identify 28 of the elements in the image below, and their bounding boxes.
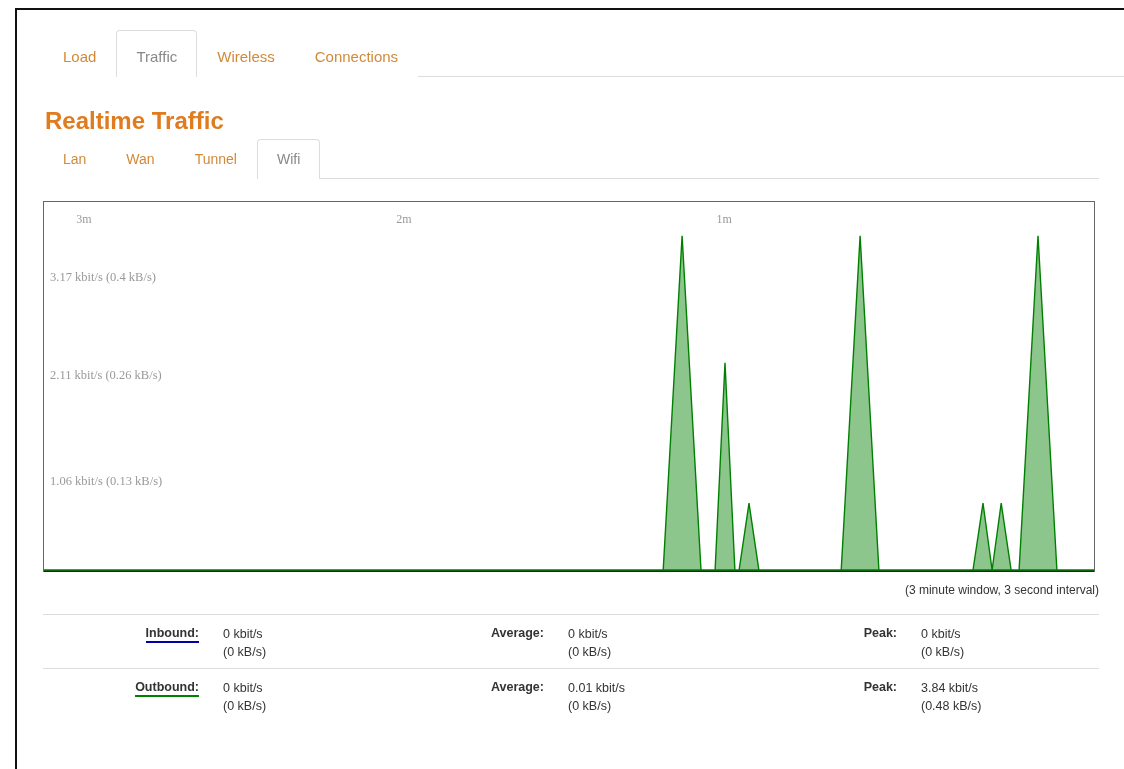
average-rate: 0.01 kbit/s	[568, 680, 625, 697]
page-title: Realtime Traffic	[44, 106, 225, 136]
direction-label: Inbound:	[145, 625, 199, 643]
rate-label: 2.11 kbit/s (0.26 kB/s)	[50, 367, 162, 383]
peak-rate: 0 kbit/s	[921, 626, 961, 643]
rate-label: 1.06 kbit/s (0.13 kB/s)	[50, 473, 163, 489]
average-rate: (0 kB/s)	[568, 698, 612, 715]
peak-rate: (0.48 kB/s)	[921, 698, 982, 715]
average-rate: (0 kB/s)	[568, 644, 612, 661]
current-rate: (0 kB/s)	[223, 644, 267, 661]
time-label: 2m	[396, 212, 412, 227]
tab[interactable]: Traffic	[116, 30, 198, 77]
average-label: Average:	[490, 680, 544, 694]
current-rate: (0 kB/s)	[223, 698, 267, 715]
peak-rate: 3.84 kbit/s	[921, 680, 978, 697]
peak-rate: (0 kB/s)	[921, 644, 965, 661]
time-label: 1m	[716, 212, 732, 227]
average-rate: 0 kbit/s	[568, 626, 608, 643]
current-rate: 0 kbit/s	[223, 626, 263, 643]
tab[interactable]: Wifi	[256, 139, 321, 179]
direction-label: Outbound:	[135, 679, 199, 697]
peak-label: Peak:	[863, 626, 897, 640]
rate-label: 3.17 kbit/s (0.4 kB/s)	[50, 269, 156, 285]
average-label: Average:	[490, 626, 544, 640]
time-label: 3m	[76, 212, 92, 227]
current-rate: 0 kbit/s	[223, 680, 263, 697]
graph-caption: (3 minute window, 3 second interval)	[904, 583, 1099, 597]
peak-label: Peak:	[863, 680, 897, 694]
